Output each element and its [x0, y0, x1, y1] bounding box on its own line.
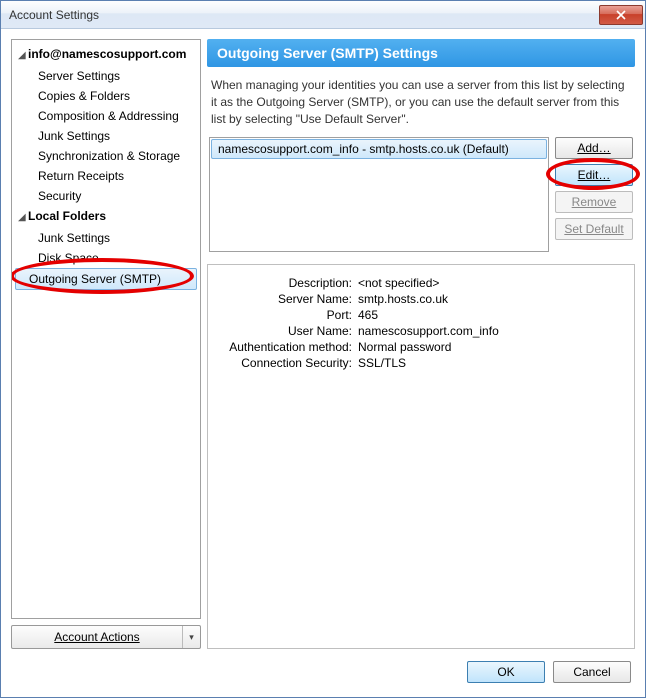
tree-local-folders-root[interactable]: ◢Local Folders [12, 206, 200, 228]
server-list-area: namescosupport.com_info - smtp.hosts.co.… [207, 137, 635, 252]
tree-item-sync[interactable]: Synchronization & Storage [12, 146, 200, 166]
account-actions-label: Account Actions [12, 630, 182, 644]
smtp-server-list[interactable]: namescosupport.com_info - smtp.hosts.co.… [209, 137, 549, 252]
add-button[interactable]: Add… [555, 137, 633, 159]
detail-label: User Name: [216, 324, 358, 338]
close-button[interactable] [599, 5, 643, 25]
main-body: ◢info@namescosupport.com Server Settings… [1, 29, 645, 649]
tree-item-outgoing-smtp[interactable]: Outgoing Server (SMTP) [15, 268, 197, 290]
titlebar: Account Settings [1, 1, 645, 29]
edit-button[interactable]: Edit… [555, 164, 633, 186]
detail-row-port: Port: 465 [216, 307, 626, 323]
detail-row-server: Server Name: smtp.hosts.co.uk [216, 291, 626, 307]
detail-label: Connection Security: [216, 356, 358, 370]
tree-item-composition[interactable]: Composition & Addressing [12, 106, 200, 126]
detail-value: <not specified> [358, 276, 439, 290]
account-settings-window: Account Settings ◢info@namescosupport.co… [0, 0, 646, 698]
detail-value: namescosupport.com_info [358, 324, 499, 338]
panel-description: When managing your identities you can us… [207, 67, 635, 137]
detail-value: smtp.hosts.co.uk [358, 292, 448, 306]
detail-value: 465 [358, 308, 378, 322]
expand-arrow-icon: ◢ [18, 48, 28, 64]
account-tree[interactable]: ◢info@namescosupport.com Server Settings… [11, 39, 201, 619]
dialog-footer: OK Cancel [1, 649, 645, 697]
detail-row-security: Connection Security: SSL/TLS [216, 355, 626, 371]
server-detail-panel: Description: <not specified> Server Name… [207, 264, 635, 649]
tree-account-root[interactable]: ◢info@namescosupport.com [12, 44, 200, 66]
window-title: Account Settings [9, 8, 599, 22]
close-icon [616, 10, 626, 20]
dropdown-arrow-icon[interactable]: ▾ [182, 626, 200, 648]
detail-label: Server Name: [216, 292, 358, 306]
right-panel: Outgoing Server (SMTP) Settings When man… [207, 39, 635, 649]
expand-arrow-icon: ◢ [18, 210, 28, 226]
tree-item-disk-space[interactable]: Disk Space [12, 248, 200, 268]
set-default-button: Set Default [555, 218, 633, 240]
detail-row-auth: Authentication method: Normal password [216, 339, 626, 355]
tree-item-copies-folders[interactable]: Copies & Folders [12, 86, 200, 106]
left-panel: ◢info@namescosupport.com Server Settings… [11, 39, 201, 649]
detail-row-user: User Name: namescosupport.com_info [216, 323, 626, 339]
account-actions-button[interactable]: Account Actions ▾ [11, 625, 201, 649]
detail-value: SSL/TLS [358, 356, 406, 370]
detail-label: Authentication method: [216, 340, 358, 354]
detail-row-description: Description: <not specified> [216, 275, 626, 291]
smtp-server-row[interactable]: namescosupport.com_info - smtp.hosts.co.… [211, 139, 547, 159]
detail-label: Port: [216, 308, 358, 322]
detail-value: Normal password [358, 340, 451, 354]
tree-item-local-junk[interactable]: Junk Settings [12, 228, 200, 248]
detail-label: Description: [216, 276, 358, 290]
tree-item-security[interactable]: Security [12, 186, 200, 206]
remove-button: Remove [555, 191, 633, 213]
cancel-button[interactable]: Cancel [553, 661, 631, 683]
tree-item-return-receipts[interactable]: Return Receipts [12, 166, 200, 186]
tree-item-server-settings[interactable]: Server Settings [12, 66, 200, 86]
tree-item-junk[interactable]: Junk Settings [12, 126, 200, 146]
panel-heading: Outgoing Server (SMTP) Settings [207, 39, 635, 67]
button-column: Add… Edit… Remove Set Default [555, 137, 633, 252]
ok-button[interactable]: OK [467, 661, 545, 683]
